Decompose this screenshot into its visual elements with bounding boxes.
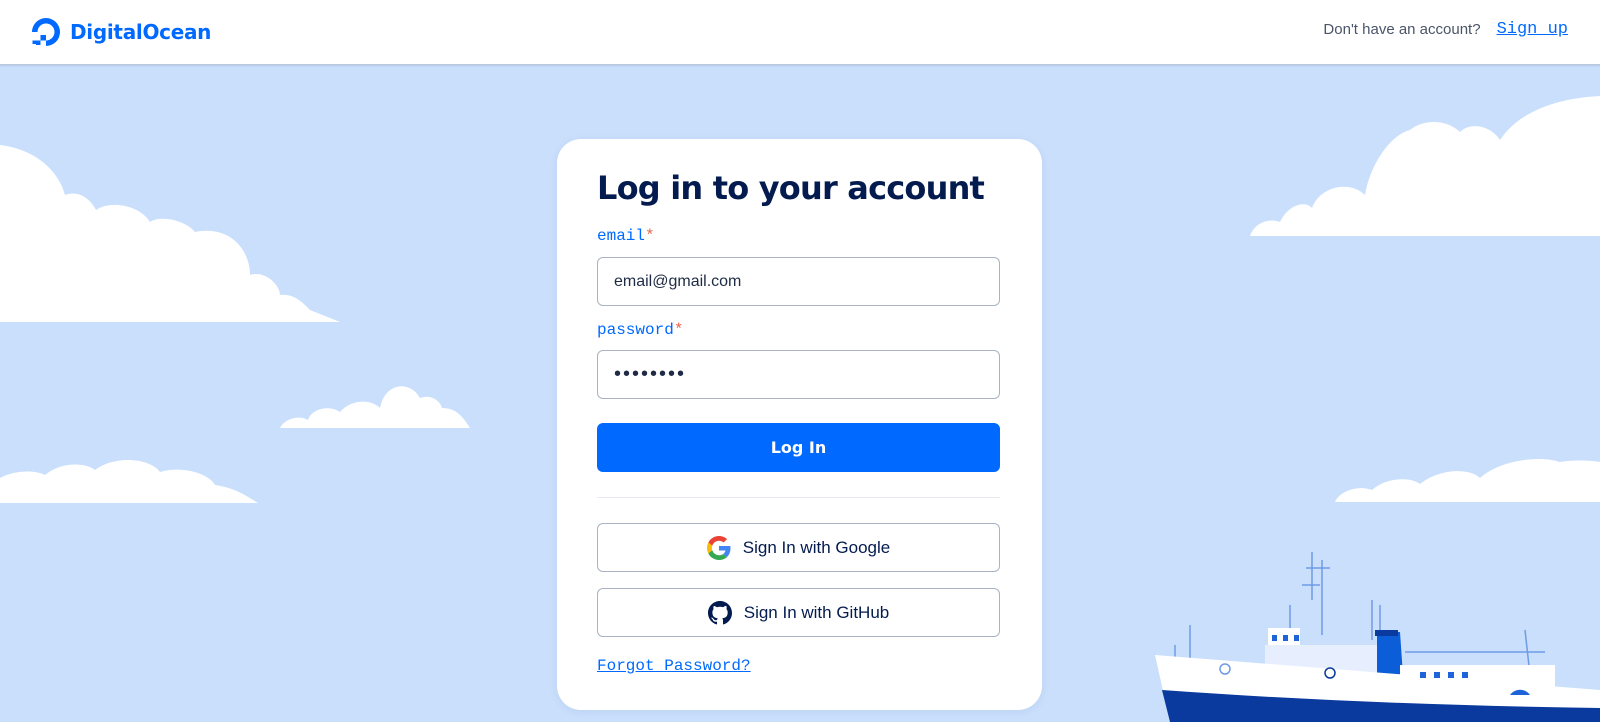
login-card: Log in to your account email* email@gmai… xyxy=(557,139,1042,710)
page-title: Log in to your account xyxy=(597,169,985,207)
cloud-left-bottom xyxy=(0,460,258,503)
cloud-right-bottom xyxy=(1335,458,1600,502)
github-icon xyxy=(707,600,732,624)
google-signin-label: Sign In with Google xyxy=(742,537,891,557)
email-required-mark: * xyxy=(645,227,655,245)
password-required-mark: * xyxy=(673,321,684,339)
brand-name: DigitalOcean xyxy=(70,20,212,44)
cloud-left-small xyxy=(280,386,470,428)
ship-illustration xyxy=(1155,552,1600,722)
email-value: email@gmail.com xyxy=(614,272,742,290)
forgot-password-link[interactable]: Forgot Password? xyxy=(597,657,751,675)
header-signup-area: Don't have an account? Sign up xyxy=(1323,20,1568,39)
divider xyxy=(597,497,1000,498)
github-signin-button[interactable]: Sign In with GitHub xyxy=(597,588,1000,637)
digitalocean-logo[interactable]: DigitalOcean xyxy=(30,16,211,48)
password-label: password* xyxy=(597,321,683,339)
email-label: email* xyxy=(597,227,655,245)
digitalocean-logo-icon xyxy=(32,18,60,46)
cloud-left-large xyxy=(0,145,340,322)
password-value: •••••••• xyxy=(614,363,687,385)
google-signin-button[interactable]: Sign In with Google xyxy=(597,523,1000,572)
login-button[interactable]: Log In xyxy=(597,423,1000,472)
signup-link[interactable]: Sign up xyxy=(1497,20,1568,39)
cloud-right-top xyxy=(1250,96,1600,236)
password-field[interactable]: •••••••• xyxy=(597,350,1000,399)
email-label-text: email xyxy=(597,227,646,245)
email-field[interactable]: email@gmail.com xyxy=(597,257,1000,306)
github-signin-label: Sign In with GitHub xyxy=(743,602,890,622)
google-icon xyxy=(706,535,731,560)
no-account-text: Don't have an account? xyxy=(1323,21,1481,38)
password-label-text: password xyxy=(597,321,674,339)
top-header: DigitalOcean Don't have an account? Sign… xyxy=(0,0,1600,65)
